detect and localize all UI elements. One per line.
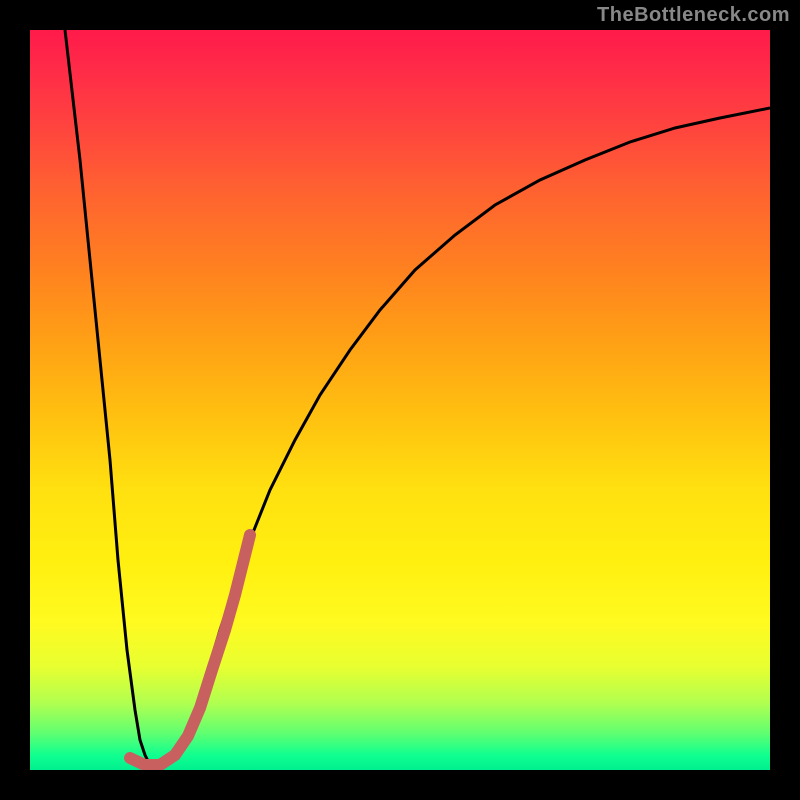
accent-curve-path (130, 535, 250, 765)
outer-frame: TheBottleneck.com (0, 0, 800, 800)
watermark-text: TheBottleneck.com (597, 4, 790, 27)
curve-overlay (30, 30, 770, 770)
main-curve-path (65, 30, 770, 768)
